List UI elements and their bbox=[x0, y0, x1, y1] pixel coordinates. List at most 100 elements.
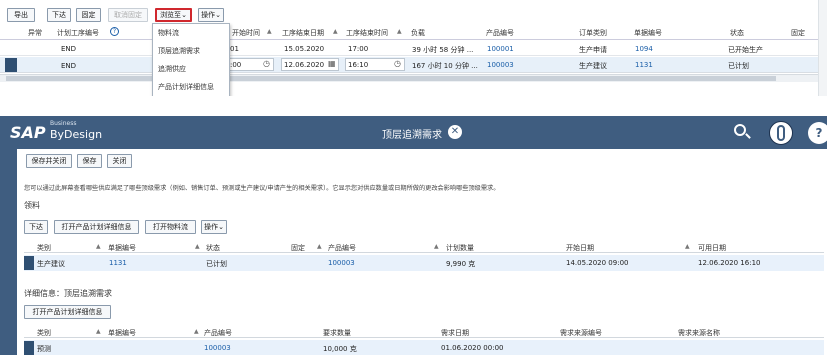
category: 生产建议 bbox=[37, 260, 65, 268]
row-selector[interactable] bbox=[24, 256, 34, 270]
chevron-down-icon: ⌄ bbox=[181, 11, 187, 19]
issue-button[interactable]: 下达 bbox=[47, 8, 71, 22]
actions-label: 操作 bbox=[204, 223, 219, 231]
brand-name: ByDesign bbox=[50, 128, 103, 141]
end-date: 15.05.2020 bbox=[284, 45, 325, 53]
actions-button[interactable]: 操作⌄ bbox=[201, 220, 227, 234]
product-link[interactable]: 100003 bbox=[487, 61, 514, 69]
doc-link[interactable]: 1094 bbox=[635, 45, 653, 53]
product-link[interactable]: 100003 bbox=[204, 344, 231, 352]
available-date: 12.06.2020 16:10 bbox=[698, 259, 761, 267]
page-title: 顶层追溯需求 bbox=[382, 130, 442, 141]
chevron-down-icon: ⌄ bbox=[215, 11, 221, 19]
category: 预测 bbox=[37, 345, 51, 353]
save-and-close-button[interactable]: 保存并关闭 bbox=[26, 154, 72, 168]
status: 已开始生产 bbox=[728, 46, 763, 54]
col-fixed: 固定 bbox=[791, 29, 805, 37]
help-icon[interactable]: ? bbox=[110, 27, 119, 36]
open-product-plan-detail-button[interactable]: 打开产品计划详细信息 bbox=[54, 220, 139, 234]
open-material-flow-button[interactable]: 打开物料流 bbox=[145, 220, 196, 234]
clock-icon[interactable]: ◷ bbox=[263, 59, 270, 68]
detail-title: 详细信息：顶层追溯需求 bbox=[24, 289, 112, 298]
col-end-date: 工序结束日期 bbox=[282, 29, 324, 37]
col-load: 负载 bbox=[411, 29, 425, 37]
calendar-icon[interactable]: ▦ bbox=[328, 59, 336, 68]
end-date: 12.06.2020 bbox=[284, 61, 325, 69]
help-icon[interactable]: ? bbox=[808, 122, 827, 144]
product-link[interactable]: 100001 bbox=[487, 45, 514, 53]
operation-code: END bbox=[61, 62, 77, 70]
sort-icon[interactable]: ▲ bbox=[397, 28, 402, 35]
col-available-date: 可用日期 bbox=[698, 244, 726, 252]
table-row[interactable] bbox=[0, 41, 818, 56]
section-title: 领料 bbox=[24, 201, 40, 210]
table-row[interactable] bbox=[0, 57, 818, 73]
close-icon[interactable]: ✕ bbox=[448, 125, 462, 139]
scroll-thumb[interactable] bbox=[6, 76, 776, 81]
sort-icon[interactable]: ▲ bbox=[267, 28, 272, 35]
order-type: 生产建议 bbox=[579, 62, 607, 70]
browse-to-button[interactable]: 浏览至⌄ bbox=[155, 8, 192, 22]
order-type: 生产申请 bbox=[579, 46, 607, 54]
col-category: 类别 bbox=[37, 329, 51, 337]
fix-button[interactable]: 固定 bbox=[76, 8, 101, 22]
browse-to-label: 浏览至 bbox=[160, 11, 182, 19]
col-start-time: 开始时间 bbox=[232, 29, 260, 37]
col-status: 状态 bbox=[730, 29, 744, 37]
row-selector[interactable] bbox=[24, 341, 34, 355]
browse-to-menu: 物料流 顶层追溯需求 追溯供应 产品计划详细信息 bbox=[152, 23, 230, 97]
issue-button[interactable]: 下达 bbox=[24, 220, 48, 234]
col-product: 产品编号 bbox=[486, 29, 514, 37]
col-product: 产品编号 bbox=[328, 244, 356, 252]
col-fixed: 固定 bbox=[291, 244, 305, 252]
col-demand-source-name: 需求来源名称 bbox=[678, 329, 720, 337]
search-icon-handle bbox=[745, 133, 751, 139]
doc-link[interactable]: 1131 bbox=[109, 259, 127, 267]
sort-icon[interactable]: ▲ bbox=[194, 328, 199, 335]
end-time: 17:00 bbox=[348, 45, 369, 53]
planned-qty: 9,990 克 bbox=[446, 260, 476, 268]
save-button[interactable]: 保存 bbox=[77, 154, 102, 168]
sort-icon[interactable]: ▲ bbox=[434, 243, 439, 250]
clock-icon[interactable]: ◷ bbox=[394, 59, 401, 68]
menu-item-product-plan-detail[interactable]: 产品计划详细信息 bbox=[158, 82, 214, 92]
shell-header: SAP Business ByDesign 顶层追溯需求 ✕ ? bbox=[0, 116, 827, 149]
menu-item-material-flow[interactable]: 物料流 bbox=[158, 28, 179, 38]
doc-link[interactable]: 1131 bbox=[635, 61, 653, 69]
sort-icon[interactable]: ▲ bbox=[96, 243, 101, 250]
menu-item-top-level-demand[interactable]: 顶层追溯需求 bbox=[158, 46, 200, 56]
close-button[interactable]: 关闭 bbox=[107, 154, 132, 168]
operation-code: END bbox=[61, 45, 77, 53]
sort-icon[interactable]: ▲ bbox=[333, 28, 338, 35]
sort-icon[interactable]: ▲ bbox=[96, 328, 101, 335]
actions-label: 操作 bbox=[201, 11, 216, 19]
col-end-time: 工序结束时间 bbox=[346, 29, 388, 37]
open-product-plan-detail-button[interactable]: 打开产品计划详细信息 bbox=[24, 305, 111, 319]
sort-icon[interactable]: ▲ bbox=[195, 243, 200, 250]
col-doc-number: 单据编号 bbox=[634, 29, 662, 37]
sort-icon[interactable]: ▲ bbox=[685, 243, 690, 250]
sort-icon[interactable]: ▲ bbox=[317, 243, 322, 250]
col-product: 产品编号 bbox=[204, 329, 232, 337]
start-time: :00 bbox=[230, 61, 242, 69]
load: 39 小时 58 分钟 ... bbox=[412, 46, 474, 54]
description-text: 您可以通过此屏幕查看哪些供应满足了哪些顶级需求（例如、销售订单、预测或生产建议/… bbox=[24, 185, 500, 192]
unfix-button[interactable]: 取消固定 bbox=[108, 8, 148, 22]
user-icon-inner bbox=[777, 125, 785, 141]
load: 167 小时 10 分钟 ... bbox=[412, 62, 478, 70]
status: 已计划 bbox=[728, 62, 749, 70]
col-order-type: 订单类别 bbox=[579, 29, 607, 37]
start-time: 01 bbox=[230, 45, 239, 53]
menu-item-trace-supply[interactable]: 追溯供应 bbox=[158, 64, 186, 74]
table-row[interactable] bbox=[24, 340, 824, 355]
col-status: 状态 bbox=[206, 244, 220, 252]
actions-button[interactable]: 操作⌄ bbox=[198, 8, 224, 22]
product-link[interactable]: 100003 bbox=[328, 259, 355, 267]
demand-date: 01.06.2020 00:00 bbox=[441, 344, 504, 352]
col-required-qty: 要求数量 bbox=[323, 329, 351, 337]
brand-sub: Business bbox=[50, 120, 77, 127]
vertical-scrollbar[interactable] bbox=[818, 0, 827, 96]
row-selector[interactable] bbox=[5, 58, 17, 72]
export-button[interactable]: 导出 bbox=[7, 8, 35, 22]
horizontal-scrollbar[interactable] bbox=[0, 74, 818, 82]
